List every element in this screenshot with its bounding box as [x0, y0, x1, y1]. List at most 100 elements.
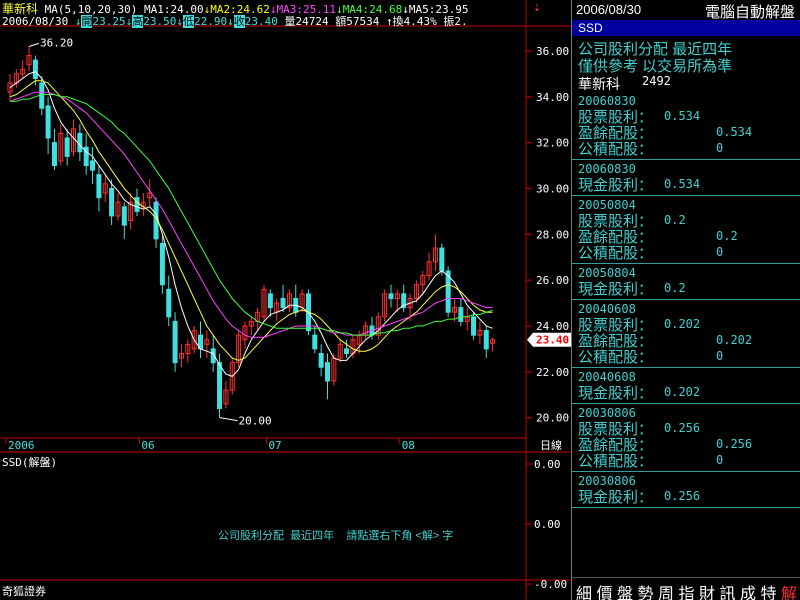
candle-body	[267, 293, 273, 309]
arrow-up-icon: ↑	[385, 15, 393, 28]
candle-body	[96, 174, 102, 199]
dividend-row-value: 0.202	[664, 385, 701, 399]
quote-value: 23.40	[244, 15, 278, 28]
y-tick-label: 24.00	[536, 320, 569, 333]
quote-label: 開	[81, 15, 93, 28]
quote-label: 收	[233, 15, 245, 28]
last-price-label: 23.40	[536, 334, 569, 347]
candle-body	[134, 197, 140, 212]
candle-body	[90, 160, 96, 171]
function-tab-6[interactable]: 財	[699, 580, 715, 600]
dividend-row-value: 0.256	[664, 421, 701, 435]
candle-body	[172, 320, 178, 364]
y-tick-label: 26.00	[536, 274, 569, 287]
y-tick-label: 34.00	[536, 91, 569, 104]
dividend-row-label: 現金股利：	[578, 489, 654, 506]
candle-body	[344, 348, 350, 354]
indicator-tick-label: -0.00	[534, 578, 567, 591]
dividend-separator	[572, 471, 800, 472]
candle-body	[159, 242, 165, 286]
function-tab-7[interactable]: 訊	[720, 580, 736, 600]
dividend-separator	[572, 507, 800, 508]
candle-body	[51, 142, 57, 167]
indicator-label: SSD(解盤)	[2, 456, 58, 469]
candle-body	[318, 352, 324, 368]
quote-date: 2006/08/30	[2, 15, 69, 28]
quote-value: 23.50	[143, 15, 177, 28]
dividend-row-subvalue: 0.256	[716, 437, 753, 451]
x-tick-label: 2006	[8, 439, 35, 452]
candle-body	[312, 334, 318, 350]
candle-body	[388, 293, 394, 299]
sidebar-heading-2: 僅供參考 以交易所為準	[578, 58, 733, 75]
candle-body	[325, 362, 330, 382]
quote-value: 22.90	[193, 15, 228, 28]
dividend-separator	[572, 367, 800, 368]
broker-name: 奇狐證券	[2, 586, 46, 598]
sidebar-ssd-bar[interactable]: SSD	[572, 20, 800, 36]
dividend-separator	[572, 159, 800, 160]
dividend-row-value: 0.202	[664, 317, 701, 331]
candle-body	[217, 362, 223, 409]
amplitude-value: 振2.	[443, 15, 468, 28]
candle-body	[109, 187, 115, 217]
function-tab-1[interactable]: 價	[597, 580, 613, 600]
chart-canvas[interactable]: 36.00 34.00 32.00 30.00 28.00 26.00 24.00 22.00…	[0, 0, 572, 600]
dividend-row-value: 0.534	[664, 177, 701, 191]
function-tab-4[interactable]: 周	[658, 580, 674, 600]
candle-body	[64, 137, 70, 157]
dividend-row-value: 0.2	[664, 281, 686, 295]
function-tab-2[interactable]: 盤	[617, 580, 633, 600]
candle-body	[39, 82, 45, 109]
dividend-separator	[572, 195, 800, 196]
x-tick-label: 07	[268, 439, 281, 452]
sidebar-stock-name: 華新科	[578, 76, 620, 92]
dividend-separator	[572, 263, 800, 264]
sidebar-caption: 電腦自動解盤	[704, 4, 795, 21]
dividend-row-subvalue: 0.534	[716, 125, 753, 139]
ssd-label: SSD	[578, 21, 603, 35]
amount-value: 額57534	[335, 15, 380, 28]
indicator-tick-label: 0.00	[534, 458, 561, 471]
y-tick-label: 30.00	[536, 182, 569, 195]
y-tick-label: 28.00	[536, 228, 569, 241]
header-quote-line: 2006/08/30 ↓開23.25↓高23.50↓低22.90↓收23.40 …	[2, 13, 468, 29]
y-tick-label: 36.00	[536, 45, 569, 58]
dividend-row-label: 公積配股：	[578, 453, 654, 470]
dividend-row-value: 0.256	[664, 489, 701, 503]
x-unit-label: 日線	[540, 438, 562, 452]
quote-value: 23.25	[92, 15, 126, 28]
y-tick-label: 22.00	[536, 366, 569, 379]
dividend-row-label: 公積配股：	[578, 141, 654, 158]
quote-label: 高	[132, 15, 144, 28]
candle-body	[121, 206, 127, 226]
quote-label: 低	[182, 15, 194, 28]
dividend-row-label: 現金股利：	[578, 385, 654, 402]
dividend-separator	[572, 403, 800, 404]
arrow-down-icon: ↓	[176, 15, 183, 28]
volume-value: 量24724	[284, 15, 329, 28]
dividend-row-subvalue: 0	[716, 245, 724, 259]
function-tab-0[interactable]: 細	[576, 580, 592, 600]
dividend-row-subvalue: 0.2	[716, 229, 738, 243]
function-tab-5[interactable]: 指	[679, 580, 695, 600]
min-price-label: 20.00	[239, 415, 272, 428]
dividend-row-subvalue: 0.202	[716, 333, 753, 347]
function-tab-bar: 細價盤勢周指財訊成特解	[572, 577, 800, 600]
x-tick-label: 08	[402, 439, 415, 452]
scroll-down-arrow-icon[interactable]: ⇣	[533, 0, 541, 15]
indicator-tick-label: 0.00	[534, 518, 561, 531]
function-tab-8[interactable]: 成	[740, 580, 756, 600]
function-tab-10[interactable]: 解	[781, 580, 797, 600]
candle-body	[32, 59, 38, 79]
y-tick-label: 32.00	[536, 137, 569, 150]
ma-line-ma3	[9, 91, 493, 338]
function-tab-9[interactable]: 特	[761, 580, 777, 600]
turnover-value: 換4.43%	[392, 15, 437, 28]
function-tab-3[interactable]: 勢	[638, 580, 654, 600]
dividend-row-value: 0.2	[664, 213, 686, 227]
dividend-row-label: 公積配股：	[578, 349, 654, 366]
x-tick-label: 06	[141, 439, 154, 452]
candle-body	[458, 307, 464, 322]
sidebar-stock-code: 2492	[642, 74, 671, 88]
